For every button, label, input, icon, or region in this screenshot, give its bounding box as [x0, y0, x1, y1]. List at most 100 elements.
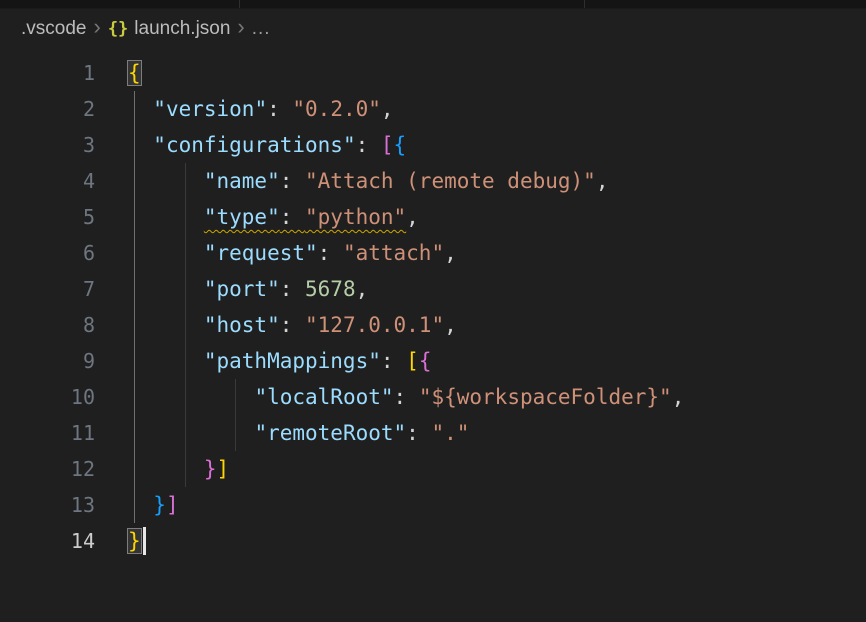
- line-number[interactable]: 8: [0, 307, 95, 343]
- indent-guide: [185, 199, 186, 235]
- code-line[interactable]: 13 }]: [0, 487, 866, 523]
- code-line-content[interactable]: "type": "python",: [95, 199, 419, 235]
- indent-guide: [134, 235, 135, 271]
- code-line-content[interactable]: }: [95, 523, 146, 559]
- code-token: }: [128, 529, 141, 553]
- code-token: :: [356, 133, 381, 157]
- line-number[interactable]: 2: [0, 91, 95, 127]
- code-token: "${workspaceFolder}": [419, 385, 672, 409]
- text-cursor: [143, 527, 146, 555]
- code-token: {: [419, 349, 432, 373]
- code-line-content[interactable]: }]: [95, 487, 179, 523]
- indent-guide: [134, 91, 135, 127]
- code-line[interactable]: 10 "localRoot": "${workspaceFolder}",: [0, 379, 866, 415]
- breadcrumb-folder[interactable]: .vscode: [21, 18, 86, 40]
- indent-guide: [235, 379, 236, 415]
- code-line[interactable]: 5 "type": "python",: [0, 199, 866, 235]
- code-token: [128, 493, 153, 517]
- code-line[interactable]: 12 }]: [0, 451, 866, 487]
- line-number[interactable]: 10: [0, 379, 95, 415]
- code-line-content[interactable]: }]: [95, 451, 229, 487]
- code-token: "name": [204, 169, 280, 193]
- indent-guide: [134, 487, 135, 523]
- code-token: "python": [305, 205, 406, 229]
- code-line[interactable]: 14}: [0, 523, 866, 559]
- line-number[interactable]: 4: [0, 163, 95, 199]
- tab-edge-segment: [240, 0, 585, 8]
- code-token: ".": [431, 421, 469, 445]
- indent-guide: [185, 271, 186, 307]
- code-token: "port": [204, 277, 280, 301]
- code-line[interactable]: 1{: [0, 55, 866, 91]
- code-token: "Attach (remote debug)": [305, 169, 596, 193]
- code-token: [128, 169, 204, 193]
- line-number[interactable]: 12: [0, 451, 95, 487]
- line-number[interactable]: 14: [0, 523, 95, 559]
- code-token: [128, 457, 204, 481]
- indent-guide: [235, 415, 236, 451]
- editor-code-area[interactable]: 1{2 "version": "0.2.0",3 "configurations…: [0, 48, 866, 559]
- indent-guide: [134, 379, 135, 415]
- indent-guide: [185, 415, 186, 451]
- code-line-content[interactable]: "request": "attach",: [95, 235, 457, 271]
- code-token: {: [128, 61, 141, 85]
- code-token: ,: [444, 241, 457, 265]
- code-line-content[interactable]: "version": "0.2.0",: [95, 91, 394, 127]
- code-line[interactable]: 9 "pathMappings": [{: [0, 343, 866, 379]
- code-line[interactable]: 11 "remoteRoot": ".": [0, 415, 866, 451]
- line-number[interactable]: 9: [0, 343, 95, 379]
- line-number[interactable]: 11: [0, 415, 95, 451]
- code-token: [128, 349, 204, 373]
- line-number[interactable]: 1: [0, 55, 95, 91]
- code-token: :: [394, 385, 419, 409]
- breadcrumb-file[interactable]: launch.json: [134, 18, 230, 40]
- code-line-content[interactable]: "pathMappings": [{: [95, 343, 431, 379]
- code-token: "request": [204, 241, 318, 265]
- code-line-content[interactable]: {: [95, 55, 141, 91]
- indent-guide: [185, 379, 186, 415]
- code-line[interactable]: 6 "request": "attach",: [0, 235, 866, 271]
- code-token: ,: [444, 313, 457, 337]
- code-line-content[interactable]: "configurations": [{: [95, 127, 406, 163]
- code-line[interactable]: 3 "configurations": [{: [0, 127, 866, 163]
- code-token: :: [381, 349, 406, 373]
- code-line[interactable]: 4 "name": "Attach (remote debug)",: [0, 163, 866, 199]
- line-number[interactable]: 3: [0, 127, 95, 163]
- code-token: "host": [204, 313, 280, 337]
- code-token: "pathMappings": [204, 349, 381, 373]
- code-token: [: [381, 133, 394, 157]
- line-number[interactable]: 5: [0, 199, 95, 235]
- indent-guide: [134, 163, 135, 199]
- indent-guide: [185, 451, 186, 487]
- code-line[interactable]: 7 "port": 5678,: [0, 271, 866, 307]
- code-line[interactable]: 2 "version": "0.2.0",: [0, 91, 866, 127]
- code-token: "type": [204, 205, 280, 229]
- code-token: }: [153, 493, 166, 517]
- code-line-content[interactable]: "name": "Attach (remote debug)",: [95, 163, 608, 199]
- code-line[interactable]: 8 "host": "127.0.0.1",: [0, 307, 866, 343]
- code-token: :: [406, 421, 431, 445]
- code-token: "localRoot": [254, 385, 393, 409]
- code-token: [128, 277, 204, 301]
- tab-bar-edge: [0, 0, 866, 9]
- code-token: "attach": [343, 241, 444, 265]
- tab-edge-segment: [585, 0, 866, 8]
- code-line-content[interactable]: "localRoot": "${workspaceFolder}",: [95, 379, 684, 415]
- breadcrumb-symbol-more[interactable]: ...: [252, 18, 271, 40]
- code-token: ,: [596, 169, 609, 193]
- code-token: ]: [166, 493, 179, 517]
- code-token: [128, 241, 204, 265]
- line-number[interactable]: 7: [0, 271, 95, 307]
- chevron-right-icon: ›: [86, 16, 107, 38]
- line-number[interactable]: 6: [0, 235, 95, 271]
- indent-guide: [185, 235, 186, 271]
- code-token: "version": [153, 97, 267, 121]
- indent-guide: [134, 415, 135, 451]
- code-token: :: [280, 277, 305, 301]
- code-line-content[interactable]: "host": "127.0.0.1",: [95, 307, 457, 343]
- line-number[interactable]: 13: [0, 487, 95, 523]
- code-line-content[interactable]: "port": 5678,: [95, 271, 368, 307]
- code-token: 5678: [305, 277, 356, 301]
- code-line-content[interactable]: "remoteRoot": ".": [95, 415, 469, 451]
- code-token: "0.2.0": [292, 97, 381, 121]
